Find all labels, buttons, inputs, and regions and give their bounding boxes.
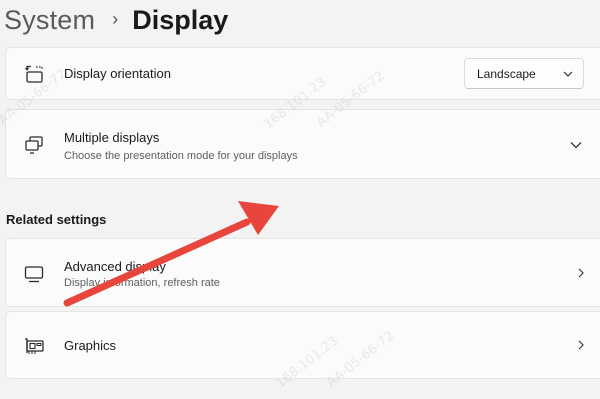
annotation-arrow <box>63 201 279 307</box>
settings-page: System › Display Display orientation Lan… <box>0 0 600 399</box>
